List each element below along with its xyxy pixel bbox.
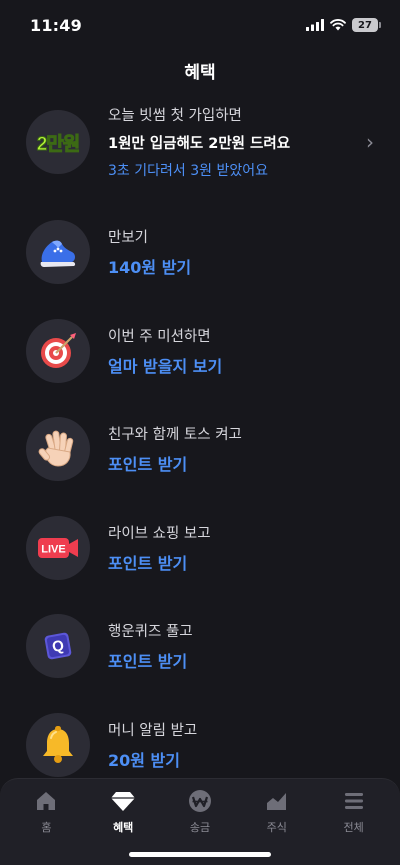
benefit-item-live-shopping[interactable]: LIVE 라이브 쇼핑 보고 포인트 받기 (0, 499, 400, 598)
benefit-item-pedometer[interactable]: 만보기 140원 받기 (0, 203, 400, 302)
benefit-label: 행운퀴즈 풀고 (108, 624, 193, 641)
benefit-label: 이번 주 미션하면 (108, 328, 211, 345)
status-time: 11:49 (30, 15, 82, 35)
benefit-action[interactable]: 포인트 받기 (108, 550, 211, 574)
home-indicator[interactable] (129, 852, 271, 857)
promo-badge-icon: 2만원 (26, 110, 90, 174)
home-icon (37, 792, 56, 810)
status-bar: 11:49 27 (0, 0, 400, 50)
tab-label: 주식 (266, 821, 287, 834)
diamond-icon (111, 792, 136, 811)
benefit-action[interactable]: 140원 받기 (108, 254, 191, 278)
tab-label: 혜택 (113, 821, 134, 834)
benefit-list: 2만원 오늘 빗썸 첫 가입하면 1원만 입금해도 2만원 드려요 3초 기다려… (0, 103, 400, 794)
tab-label: 홈 (41, 821, 52, 834)
benefit-action[interactable]: 20원 받기 (108, 747, 197, 771)
benefit-item-invite-friends[interactable]: 친구와 함께 토스 켜고 포인트 받기 (0, 400, 400, 499)
benefit-action[interactable]: 포인트 받기 (108, 451, 242, 475)
promo-label: 오늘 빗썸 첫 가입하면 (108, 108, 242, 124)
waving-hand-icon (26, 417, 90, 482)
benefit-label: 만보기 (108, 230, 149, 247)
status-icons: 27 (306, 18, 381, 32)
sneaker-icon (26, 220, 90, 285)
signal-icon (306, 19, 324, 31)
benefit-action[interactable]: 포인트 받기 (108, 648, 193, 672)
battery-indicator: 27 (352, 18, 381, 32)
tab-all[interactable]: 전체 (319, 789, 389, 865)
promo-headline: 1원만 입금해도 2만원 드려요 (108, 136, 291, 152)
tab-home[interactable]: 홈 (11, 789, 81, 865)
live-label: LIVE (41, 543, 65, 555)
wifi-icon (330, 19, 346, 31)
dart-target-icon (26, 318, 90, 383)
chevron-right-icon: › (366, 130, 374, 154)
money-transfer-icon (188, 790, 211, 812)
bottom-tab-bar: 홈 혜택 송금 주식 전체 (0, 778, 400, 865)
benefit-item-lucky-quiz[interactable]: Q 행운퀴즈 풀고 포인트 받기 (0, 597, 400, 696)
live-camera-icon: LIVE (26, 515, 90, 580)
benefit-action[interactable]: 얼마 받을지 보기 (108, 353, 222, 377)
promo-badge-text: 2만원 (36, 133, 81, 155)
page-title: 혜택 (184, 63, 216, 83)
benefit-label: 머니 알림 받고 (108, 722, 198, 739)
benefit-label: 친구와 함께 토스 켜고 (108, 427, 242, 444)
menu-icon (344, 793, 363, 809)
stock-chart-icon (266, 793, 286, 810)
benefit-item-weekly-mission[interactable]: 이번 주 미션하면 얼마 받을지 보기 (0, 302, 400, 401)
benefit-label: 라이브 쇼핑 보고 (108, 525, 211, 542)
quiz-cube-icon: Q (26, 614, 90, 679)
promo-signup-item[interactable]: 2만원 오늘 빗썸 첫 가입하면 1원만 입금해도 2만원 드려요 3초 기다려… (0, 103, 400, 181)
tab-label: 송금 (189, 821, 211, 834)
tab-label: 전체 (343, 821, 364, 834)
bell-icon (26, 712, 90, 777)
promo-sub: 3초 기다려서 3원 받았어요 (108, 163, 268, 179)
